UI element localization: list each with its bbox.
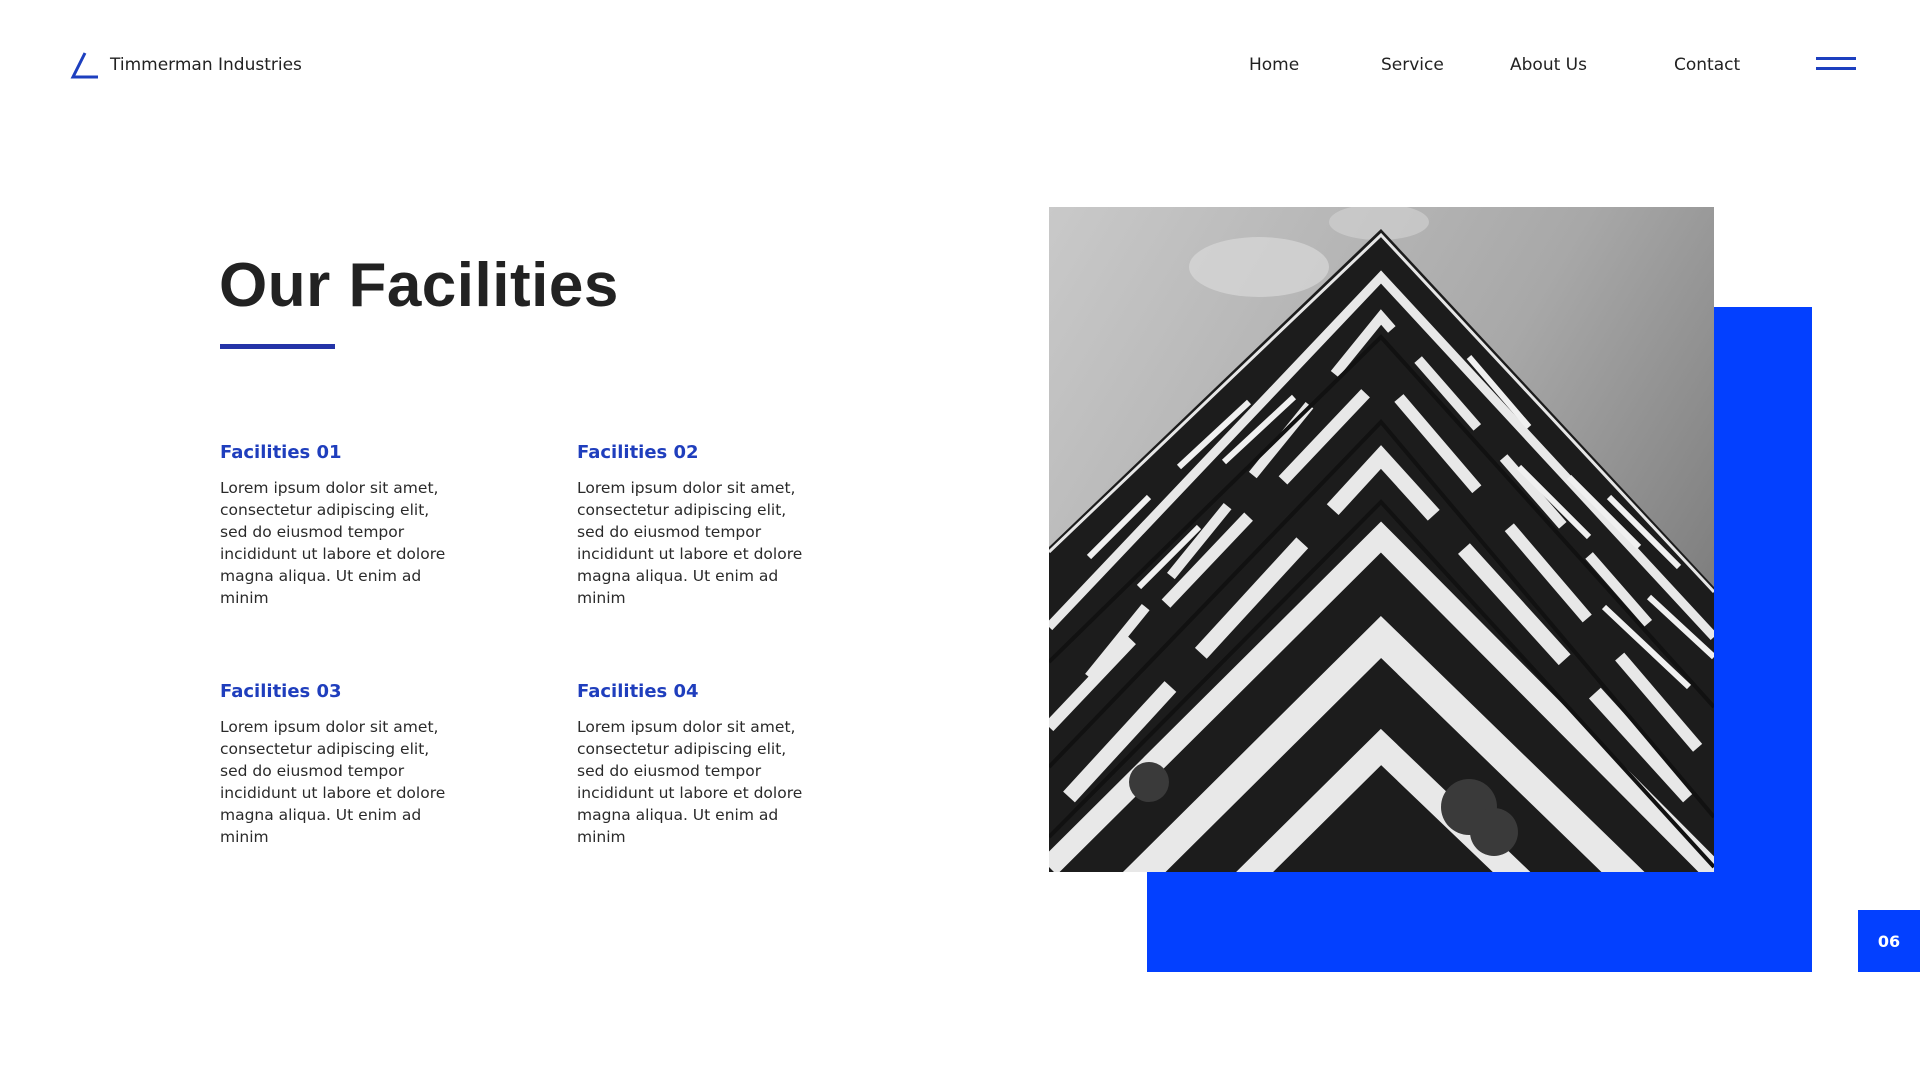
menu-line <box>1816 67 1856 70</box>
triangle-logo-icon <box>70 52 98 79</box>
building-photo-graphic <box>1049 207 1714 872</box>
page-title: Our Facilities <box>219 251 619 320</box>
facility-description: Lorem ipsum dolor sit amet, consectetur … <box>577 718 803 846</box>
building-photo <box>1049 207 1714 872</box>
page-number-badge: 06 <box>1858 910 1920 972</box>
nav-item-contact[interactable]: Contact <box>1674 55 1740 75</box>
nav-item-home[interactable]: Home <box>1249 55 1299 75</box>
title-underline <box>220 344 335 349</box>
brand-link[interactable]: Timmerman Industries <box>70 50 302 80</box>
slide-page: Timmerman Industries Home Service About … <box>0 0 1920 1080</box>
nav-item-service[interactable]: Service <box>1381 55 1444 75</box>
hamburger-menu-icon[interactable] <box>1814 55 1858 75</box>
facility-heading: Facilities 03 <box>220 681 342 702</box>
brand-name: Timmerman Industries <box>110 55 302 75</box>
facility-heading: Facilities 01 <box>220 442 342 463</box>
facility-item-03: Facilities 03 Lorem ipsum dolor sit amet… <box>220 681 480 848</box>
nav-item-about-us[interactable]: About Us <box>1510 55 1587 75</box>
facility-description: Lorem ipsum dolor sit amet, consectetur … <box>577 479 803 607</box>
facility-heading: Facilities 02 <box>577 442 699 463</box>
facility-heading: Facilities 04 <box>577 681 699 702</box>
facility-item-01: Facilities 01 Lorem ipsum dolor sit amet… <box>220 442 480 609</box>
facility-description: Lorem ipsum dolor sit amet, consectetur … <box>220 718 446 846</box>
facility-item-04: Facilities 04 Lorem ipsum dolor sit amet… <box>577 681 837 848</box>
facility-description: Lorem ipsum dolor sit amet, consectetur … <box>220 479 446 607</box>
menu-line <box>1816 57 1856 60</box>
facility-item-02: Facilities 02 Lorem ipsum dolor sit amet… <box>577 442 837 609</box>
